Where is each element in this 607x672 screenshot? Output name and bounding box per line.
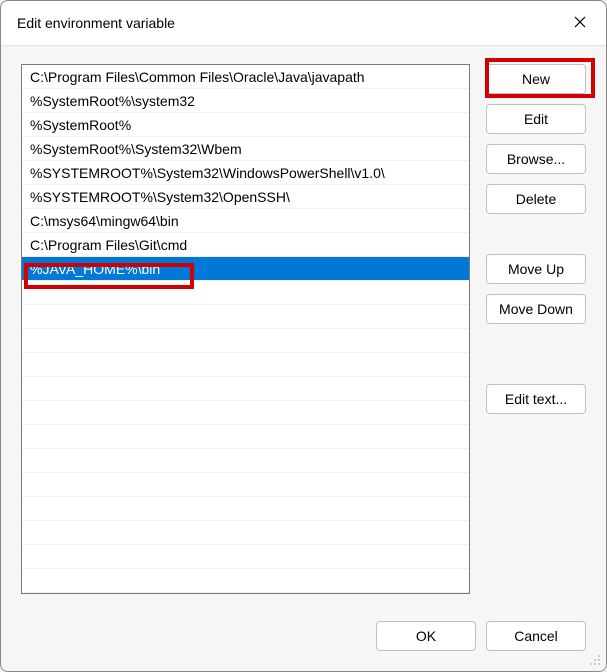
move-down-button[interactable]: Move Down <box>486 294 586 324</box>
list-item[interactable]: %SystemRoot%\system32 <box>22 89 469 113</box>
list-item[interactable] <box>22 521 469 545</box>
list-item[interactable] <box>22 425 469 449</box>
dialog-title: Edit environment variable <box>17 15 175 31</box>
list-item[interactable]: C:\msys64\mingw64\bin <box>22 209 469 233</box>
list-item[interactable] <box>22 449 469 473</box>
button-sidebar: New Edit Browse... Delete Move Up Move D… <box>486 64 586 605</box>
list-item[interactable]: %SystemRoot% <box>22 113 469 137</box>
list-item[interactable]: %JAVA_HOME%\bin <box>22 257 469 281</box>
list-item[interactable] <box>22 353 469 377</box>
close-icon <box>574 16 586 31</box>
list-item[interactable]: C:\Program Files\Git\cmd <box>22 233 469 257</box>
list-item[interactable]: %SYSTEMROOT%\System32\OpenSSH\ <box>22 185 469 209</box>
list-item[interactable] <box>22 305 469 329</box>
path-listbox[interactable]: C:\Program Files\Common Files\Oracle\Jav… <box>21 64 470 594</box>
ok-button[interactable]: OK <box>376 621 476 651</box>
edit-env-var-dialog: Edit environment variable C:\Program Fil… <box>0 0 607 672</box>
list-item[interactable]: %SYSTEMROOT%\System32\WindowsPowerShell\… <box>22 161 469 185</box>
close-button[interactable] <box>568 11 592 35</box>
list-item[interactable] <box>22 401 469 425</box>
dialog-body: C:\Program Files\Common Files\Oracle\Jav… <box>1 46 606 613</box>
list-item[interactable] <box>22 281 469 305</box>
titlebar: Edit environment variable <box>1 1 606 46</box>
cancel-button[interactable]: Cancel <box>486 621 586 651</box>
list-item[interactable] <box>22 569 469 593</box>
edit-button[interactable]: Edit <box>486 104 586 134</box>
move-up-button[interactable]: Move Up <box>486 254 586 284</box>
list-item[interactable] <box>22 497 469 521</box>
list-item[interactable]: %SystemRoot%\System32\Wbem <box>22 137 469 161</box>
dialog-footer: OK Cancel <box>1 613 606 671</box>
spacer <box>486 334 586 374</box>
browse-button[interactable]: Browse... <box>486 144 586 174</box>
list-item[interactable] <box>22 329 469 353</box>
list-item[interactable]: C:\Program Files\Common Files\Oracle\Jav… <box>22 65 469 89</box>
new-button[interactable]: New <box>486 64 586 94</box>
list-item[interactable] <box>22 377 469 401</box>
spacer <box>486 224 586 244</box>
edit-text-button[interactable]: Edit text... <box>486 384 586 414</box>
list-item[interactable] <box>22 545 469 569</box>
list-item[interactable] <box>22 473 469 497</box>
delete-button[interactable]: Delete <box>486 184 586 214</box>
